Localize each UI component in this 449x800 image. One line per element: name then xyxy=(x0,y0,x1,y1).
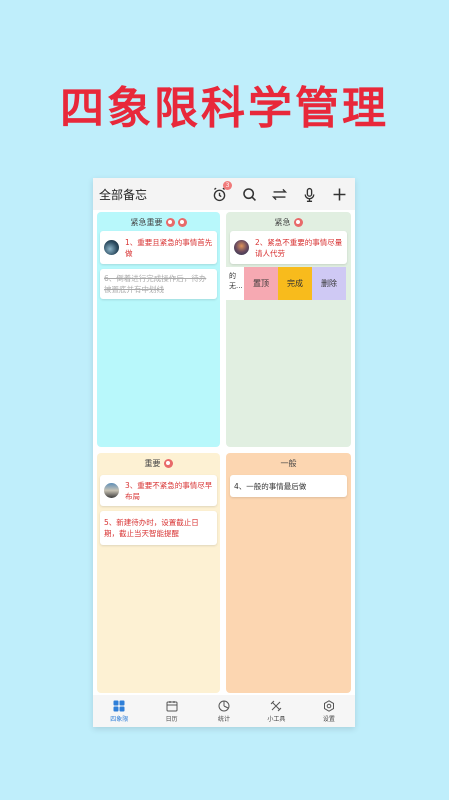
todo-card[interactable]: 2、紧急不重要的事情尽量请人代劳 xyxy=(230,231,347,264)
grid-icon xyxy=(113,700,125,711)
avatar xyxy=(104,240,119,255)
bottom-nav: 四象限 日历 统计 小工具 设置 xyxy=(93,695,355,727)
nav-label: 统计 xyxy=(218,715,231,723)
settings-icon xyxy=(323,699,334,712)
todo-text: 3、重要不紧急的事情尽早布局 xyxy=(125,480,213,501)
quadrant-title: 紧急重要 xyxy=(130,217,163,227)
todo-card[interactable]: 5、新建待办时，设置截止日期，截止当天智能提醒 xyxy=(100,511,217,545)
quadrant-urgent[interactable]: 紧急 2、紧急不重要的事情尽量请人代劳 xyxy=(226,212,351,447)
nav-item-quadrants[interactable]: 四象限 xyxy=(93,695,145,727)
nav-label: 小工具 xyxy=(267,715,286,723)
nav-item-calendar[interactable]: 日历 xyxy=(145,695,197,727)
priority-dot-icon xyxy=(293,217,303,227)
nav-label: 四象限 xyxy=(110,715,129,723)
pin-top-button[interactable]: 置顶 xyxy=(244,267,278,300)
microphone-icon[interactable] xyxy=(299,184,319,204)
nav-item-stats[interactable]: 统计 xyxy=(198,695,250,727)
tools-icon xyxy=(271,700,282,711)
calendar-icon xyxy=(166,700,178,711)
app-screen: 全部备忘 3 紧急重要 1、重要且紧急的事情首先做 6、倒着进行完成操作后，待办… xyxy=(93,178,355,727)
todo-text: 4、一般的事情最后做 xyxy=(234,481,307,491)
delete-button[interactable]: 删除 xyxy=(312,267,346,300)
todo-card-completed[interactable]: 6、倒着进行完成操作后，待办被置底并有中划线 xyxy=(100,269,217,299)
swap-icon[interactable] xyxy=(269,184,289,204)
chart-icon xyxy=(218,700,230,711)
quadrant-normal[interactable]: 一般 4、一般的事情最后做 xyxy=(226,453,351,693)
todo-card[interactable]: 3、重要不紧急的事情尽早布局 xyxy=(100,475,217,506)
quadrant-important[interactable]: 重要 3、重要不紧急的事情尽早布局 5、新建待办时，设置截止日期，截止当天智能提… xyxy=(97,453,220,693)
quadrant-header: 紧急 xyxy=(226,214,351,230)
avatar xyxy=(234,240,249,255)
alarm-badge: 3 xyxy=(223,181,232,190)
swiped-card-peek[interactable]: 的 无... xyxy=(226,267,244,300)
promo-headline: 四象限科学管理 xyxy=(60,83,389,134)
complete-button[interactable]: 完成 xyxy=(278,267,312,300)
quadrant-title: 紧急 xyxy=(274,217,291,227)
quadrant-title: 一般 xyxy=(280,458,297,468)
priority-dot-icon xyxy=(177,217,187,227)
quadrant-header: 紧急重要 xyxy=(97,214,220,230)
todo-text: 6、倒着进行完成操作后，待办被置底并有中划线 xyxy=(104,274,207,294)
quadrant-title: 重要 xyxy=(144,458,161,468)
todo-text: 5、新建待办时，设置截止日期，截止当天智能提醒 xyxy=(104,518,199,538)
nav-item-settings[interactable]: 设置 xyxy=(303,695,355,727)
avatar xyxy=(104,483,119,498)
nav-label: 设置 xyxy=(322,715,335,723)
top-bar: 全部备忘 3 xyxy=(93,178,355,210)
priority-dot-icon xyxy=(165,217,175,227)
priority-dot-icon xyxy=(163,458,173,468)
todo-card[interactable]: 1、重要且紧急的事情首先做 xyxy=(100,231,217,264)
alarm-clock-icon[interactable]: 3 xyxy=(209,181,232,204)
quadrant-header: 重要 xyxy=(97,455,220,471)
nav-item-tools[interactable]: 小工具 xyxy=(250,695,302,727)
quadrant-urgent-important[interactable]: 紧急重要 1、重要且紧急的事情首先做 6、倒着进行完成操作后，待办被置底并有中划… xyxy=(97,212,220,447)
todo-text: 1、重要且紧急的事情首先做 xyxy=(125,237,213,258)
nav-label: 日历 xyxy=(165,715,178,723)
quadrant-header: 一般 xyxy=(226,455,351,471)
search-icon[interactable] xyxy=(239,184,259,204)
app-title[interactable]: 全部备忘 xyxy=(99,186,199,203)
plus-icon[interactable] xyxy=(329,184,349,204)
swipe-actions-row: 的 无... 置顶 完成 删除 xyxy=(226,267,346,300)
todo-text: 2、紧急不重要的事情尽量请人代劳 xyxy=(255,237,343,258)
todo-card[interactable]: 4、一般的事情最后做 xyxy=(230,475,347,497)
